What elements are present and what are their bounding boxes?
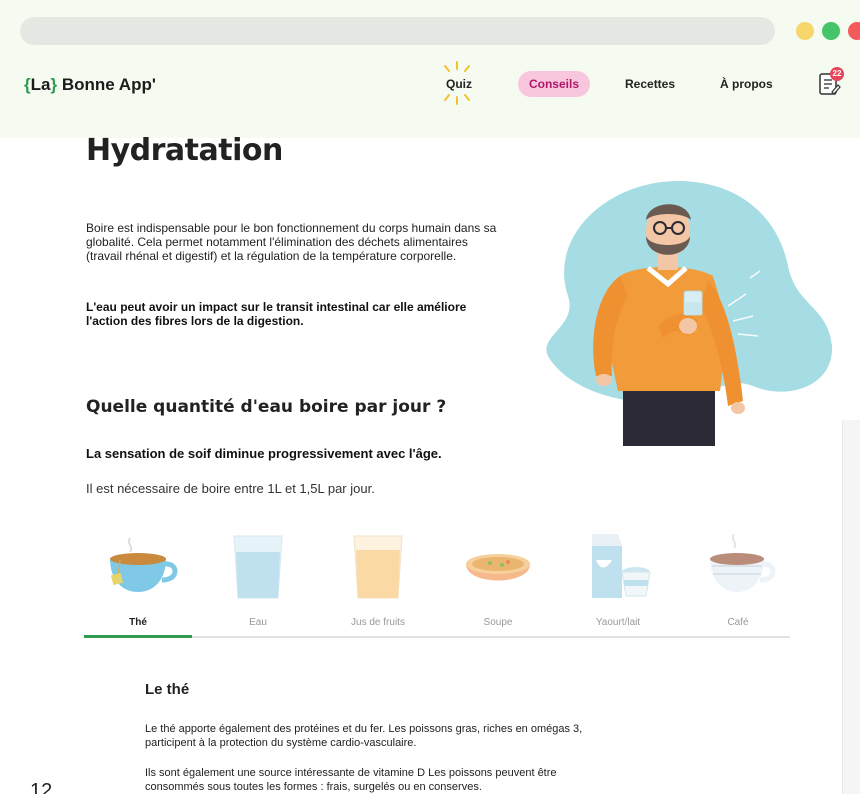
man-drinking-water-illustration	[546, 181, 833, 446]
section-subtitle: La sensation de soif diminue progressive…	[86, 446, 442, 461]
tea-cup-icon	[110, 537, 178, 592]
detail-paragraph-2: Ils sont également une source intéressan…	[145, 767, 557, 793]
nav-conseils[interactable]: Conseils	[518, 71, 590, 97]
milk-yogurt-icon	[592, 534, 651, 598]
minimize-dot-icon[interactable]	[796, 22, 814, 40]
intro-bold-paragraph: L'eau peut avoir un impact sur le transi…	[86, 300, 467, 328]
tab-the[interactable]: Thé	[84, 530, 192, 638]
juice-glass-icon	[353, 535, 403, 599]
nav-recettes[interactable]: Recettes	[625, 77, 675, 91]
detail-paragraph-1: Le thé apporte également des protéines e…	[145, 723, 583, 749]
tab-label: Eau	[249, 617, 267, 628]
browser-chrome	[0, 0, 860, 138]
section-title: Quelle quantité d'eau boire par jour ?	[86, 397, 447, 417]
detail-title: Le thé	[145, 681, 190, 698]
tab-yaourt-lait[interactable]: Yaourt/lait	[564, 530, 672, 638]
scrollbar[interactable]	[842, 420, 860, 794]
page-number: 12	[30, 780, 53, 794]
logo-la: La	[30, 75, 51, 94]
soup-bowl-icon	[466, 554, 530, 581]
tab-label: Soupe	[483, 617, 513, 628]
intro-paragraph: Boire est indispensable pour le bon fonc…	[86, 221, 497, 263]
active-tab-indicator	[84, 635, 192, 638]
tab-eau[interactable]: Eau	[204, 530, 312, 638]
section-text: Il est nécessaire de boire entre 1L et 1…	[86, 481, 375, 496]
tab-label: Yaourt/lait	[595, 617, 641, 628]
tab-cafe[interactable]: Café	[684, 530, 792, 638]
nav-a-propos[interactable]: À propos	[720, 77, 773, 91]
tab-soupe[interactable]: Soupe	[444, 530, 552, 638]
logo-brace-open: {	[24, 75, 31, 94]
site-logo[interactable]: {La} Bonne App'	[24, 75, 156, 95]
tab-label: Thé	[129, 617, 147, 628]
water-glass-icon	[233, 535, 283, 599]
logo-text: Bonne App'	[57, 75, 156, 94]
notification-badge: 22	[830, 67, 844, 81]
page-title: Hydratation	[86, 133, 283, 168]
nav-quiz[interactable]: Quiz	[446, 77, 472, 91]
close-dot-icon[interactable]	[848, 22, 860, 40]
tab-label: Jus de fruits	[351, 617, 405, 628]
tab-label: Café	[727, 617, 749, 628]
maximize-dot-icon[interactable]	[822, 22, 840, 40]
coffee-cup-icon	[710, 533, 776, 592]
tab-jus-de-fruits[interactable]: Jus de fruits	[324, 530, 432, 638]
address-bar[interactable]	[20, 17, 775, 45]
